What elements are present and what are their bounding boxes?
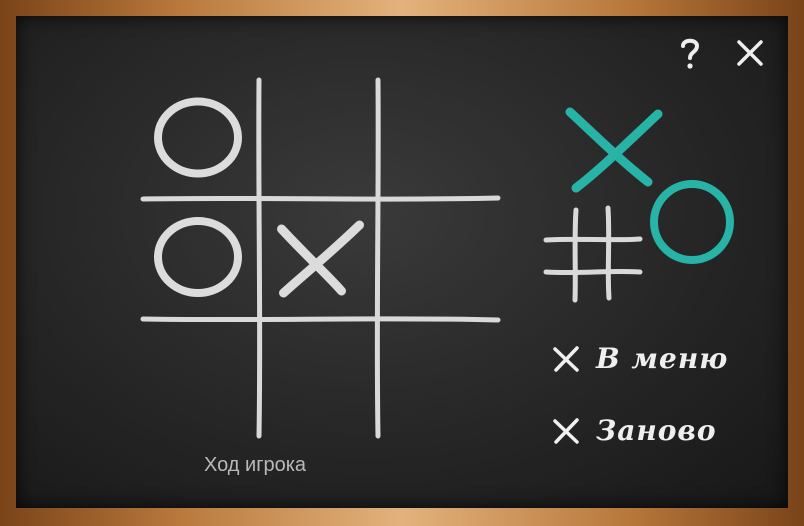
board-cell-2[interactable]	[260, 80, 379, 199]
xo-logo	[543, 107, 734, 303]
board-cell-6[interactable]	[379, 199, 498, 319]
board-cell-5[interactable]	[260, 199, 379, 319]
board-cell-8[interactable]	[260, 319, 379, 438]
o-mark	[154, 97, 242, 178]
to-menu-label: В меню	[596, 342, 729, 375]
turn-status: Ход игрока	[204, 454, 307, 476]
board-cell-3[interactable]	[379, 80, 498, 199]
chalk-x-icon	[553, 345, 579, 372]
logo-o	[650, 180, 734, 264]
to-menu-button[interactable]: В меню	[550, 342, 728, 375]
board-cell-7[interactable]	[142, 319, 260, 438]
restart-button[interactable]: Заново	[550, 414, 717, 447]
logo-hash	[543, 205, 643, 303]
board-cell-9[interactable]	[379, 319, 498, 438]
chalk-x-icon	[553, 417, 579, 444]
logo-x-stroke-1	[565, 107, 653, 187]
restart-label: Заново	[596, 414, 717, 447]
o-mark	[154, 217, 242, 297]
x-mark	[277, 220, 364, 298]
board-cell-1[interactable]	[142, 80, 260, 199]
board-cell-4[interactable]	[142, 199, 260, 319]
